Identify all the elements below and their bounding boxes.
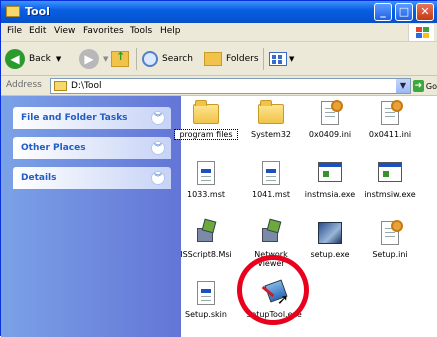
folders-label: Folders — [226, 54, 259, 64]
file-label: program files — [174, 129, 238, 140]
file-label: System32 — [250, 130, 291, 139]
file-label: Setup.ini — [372, 250, 408, 259]
menu-bar: File Edit View Favorites Tools Help — [1, 23, 437, 42]
folder-icon — [258, 100, 284, 126]
folder-icon — [193, 100, 219, 126]
chevron-double-down-icon[interactable]: ︾ — [151, 111, 165, 125]
file-item-1041-mst[interactable]: 1041.mst — [240, 160, 302, 199]
ini-file-icon — [317, 100, 343, 126]
file-label: instmsiw.exe — [364, 190, 416, 199]
file-label: 1041.mst — [252, 190, 290, 199]
window-title: Tool — [25, 5, 50, 18]
skin-file-icon — [193, 280, 219, 306]
chevron-double-down-icon[interactable]: ︾ — [151, 141, 165, 155]
folders-button[interactable]: Folders — [204, 48, 259, 70]
minimize-button[interactable]: _ — [374, 3, 392, 21]
search-icon — [142, 51, 158, 67]
chevron-double-down-icon[interactable]: ︾ — [151, 171, 165, 185]
menu-favorites[interactable]: Favorites — [83, 26, 124, 36]
file-item-setup-exe[interactable]: setup.exe — [299, 220, 361, 259]
folders-icon — [204, 52, 222, 66]
explorer-window: Tool _ □ ✕ File Edit View Favorites Tool… — [0, 0, 437, 337]
ini-file-icon — [377, 220, 403, 246]
highlight-circle — [237, 255, 309, 325]
views-icon — [269, 52, 287, 66]
installer-exe-icon — [377, 160, 403, 186]
menu-tools[interactable]: Tools — [130, 26, 152, 36]
file-label: 0x0409.ini — [308, 130, 352, 139]
file-label: setup.exe — [310, 250, 350, 259]
views-button[interactable]: ▼ — [269, 48, 294, 70]
folder-icon — [54, 81, 67, 91]
menu-edit[interactable]: Edit — [29, 26, 46, 36]
task-details[interactable]: Details ︾ — [13, 167, 171, 189]
address-value: D:\Tool — [71, 81, 102, 91]
back-label: Back — [29, 54, 51, 64]
task-pane: File and Folder Tasks ︾ Other Places ︾ D… — [1, 96, 181, 337]
go-arrow-icon: ➜ — [413, 80, 424, 92]
search-label: Search — [162, 54, 193, 64]
file-label: instmsia.exe — [304, 190, 356, 199]
chevron-down-icon[interactable]: ▼ — [396, 79, 410, 93]
chevron-down-icon[interactable]: ▼ — [103, 55, 108, 63]
task-other-places[interactable]: Other Places ︾ — [13, 137, 171, 159]
standard-toolbar: ◀ Back ▼ ▶ ▼ ↑ Search Folders ▼ — [1, 42, 437, 76]
task-title: File and Folder Tasks — [21, 113, 128, 123]
address-input[interactable]: D:\Tool ▼ — [50, 78, 411, 94]
file-item-isscript8-msi[interactable]: ISScript8.Msi — [175, 218, 237, 259]
menu-file[interactable]: File — [7, 26, 22, 36]
up-folder-icon: ↑ — [111, 50, 129, 67]
up-folder-button[interactable]: ↑ — [111, 48, 129, 70]
ini-file-icon — [377, 100, 403, 126]
task-file-and-folder-tasks[interactable]: File and Folder Tasks ︾ — [13, 107, 171, 129]
windows-logo-icon — [408, 24, 434, 41]
back-button[interactable]: ◀ Back ▼ — [5, 48, 61, 70]
file-item-setup-skin[interactable]: Setup.skin — [175, 280, 237, 319]
file-item-0x0409-ini[interactable]: 0x0409.ini — [299, 100, 361, 139]
go-label: Go — [425, 81, 437, 91]
forward-arrow-icon: ▶ — [79, 49, 99, 69]
file-item-instmsiw-exe[interactable]: instmsiw.exe — [359, 160, 421, 199]
chevron-down-icon[interactable]: ▼ — [289, 55, 294, 63]
file-label: 1033.mst — [187, 190, 225, 199]
task-title: Details — [21, 173, 57, 183]
file-item-program-files[interactable]: program files — [174, 100, 238, 140]
menu-view[interactable]: View — [54, 26, 75, 36]
file-list: program files System32 0x0409.ini 0x0411… — [174, 96, 437, 337]
msi-file-icon — [193, 218, 219, 246]
file-label: ISScript8.Msi — [180, 250, 232, 259]
folder-icon — [6, 6, 20, 17]
search-button[interactable]: Search — [142, 48, 193, 70]
address-label: Address — [6, 80, 42, 90]
task-title: Other Places — [21, 143, 86, 153]
close-button[interactable]: ✕ — [416, 3, 434, 21]
forward-button[interactable]: ▶ ▼ — [79, 48, 108, 70]
address-bar: Address D:\Tool ▼ ➜ Go — [1, 76, 437, 96]
file-item-1033-mst[interactable]: 1033.mst — [175, 160, 237, 199]
chevron-down-icon[interactable]: ▼ — [56, 55, 61, 63]
mst-file-icon — [193, 160, 219, 186]
msi-file-icon — [258, 218, 284, 246]
installer-exe-icon — [317, 160, 343, 186]
file-label: Setup.skin — [185, 310, 227, 319]
maximize-button[interactable]: □ — [395, 3, 413, 21]
mst-file-icon — [258, 160, 284, 186]
file-item-instmsia-exe[interactable]: instmsia.exe — [299, 160, 361, 199]
file-label: 0x0411.ini — [368, 130, 412, 139]
file-item-0x0411-ini[interactable]: 0x0411.ini — [359, 100, 421, 139]
file-item-setup-ini[interactable]: Setup.ini — [359, 220, 421, 259]
menu-help[interactable]: Help — [160, 26, 181, 36]
back-arrow-icon: ◀ — [5, 49, 25, 69]
title-bar[interactable]: Tool _ □ ✕ — [1, 1, 437, 23]
go-button[interactable]: ➜ Go — [413, 79, 437, 93]
file-item-system32[interactable]: System32 — [240, 100, 302, 139]
setup-exe-icon — [317, 220, 343, 246]
